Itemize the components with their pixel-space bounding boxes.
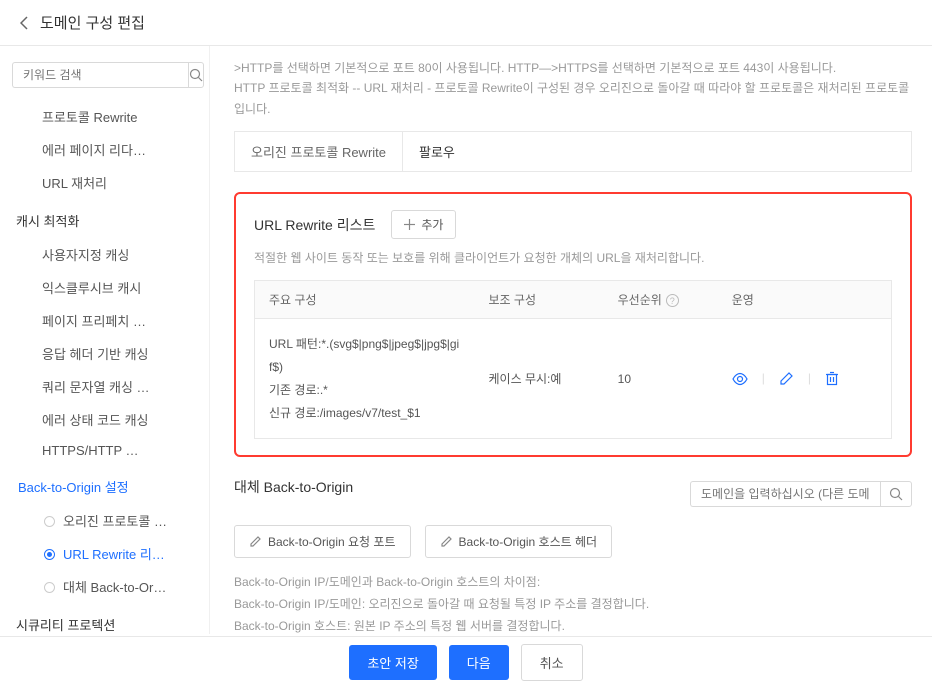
aux-cell: 케이스 무시:예 <box>475 319 604 439</box>
sidebar-search <box>12 62 197 88</box>
sidebar-item[interactable]: 에러 상태 코드 캐싱 <box>0 403 197 436</box>
note-line: Back-to-Origin IP/도메인과 Back-to-Origin 호스… <box>234 572 912 594</box>
back-icon[interactable] <box>20 16 28 30</box>
sidebar-item-label: 대체 Back-to-Or… <box>63 580 166 595</box>
col-main: 주요 구성 <box>255 281 475 319</box>
main-content: >HTTP를 선택하면 기본적으로 포트 80이 사용됩니다. HTTP—>HT… <box>210 46 932 634</box>
alt-origin-notes: Back-to-Origin IP/도메인과 Back-to-Origin 호스… <box>234 572 912 634</box>
sidebar-item[interactable]: 페이지 프리페치 … <box>0 304 197 337</box>
config-line: 신규 경로:/images/v7/test_$1 <box>269 402 461 425</box>
table-row: URL 패턴:*.(svg$|png$|jpeg$|jpg$|gif$) 기존 … <box>255 319 892 439</box>
col-aux: 보조 구성 <box>475 281 604 319</box>
next-button[interactable]: 다음 <box>449 645 509 680</box>
sidebar-group-title[interactable]: Back-to-Origin 설정 <box>0 469 197 504</box>
radio-icon <box>44 516 55 527</box>
search-input[interactable] <box>12 62 188 88</box>
origin-protocol-label: 오리진 프로토콜 Rewrite <box>235 132 403 171</box>
edit-icon <box>249 535 262 548</box>
footer-actions: 초안 저장 다음 취소 <box>0 636 932 688</box>
section-description: 적절한 웹 사이트 동작 또는 보호를 위해 클라이언트가 요청한 개체의 UR… <box>254 249 892 266</box>
sidebar-item-label: URL Rewrite 리… <box>63 547 165 562</box>
page-title: 도메인 구성 편집 <box>40 12 145 33</box>
sidebar-item-current[interactable]: URL Rewrite 리… <box>12 537 197 570</box>
edit-icon[interactable] <box>779 371 794 387</box>
origin-protocol-row: 오리진 프로토콜 Rewrite 팔로우 <box>234 131 912 172</box>
sidebar-item[interactable]: 에러 페이지 리다… <box>0 133 197 166</box>
priority-cell: 10 <box>604 319 718 439</box>
sidebar-item[interactable]: 대체 Back-to-Or… <box>12 570 197 603</box>
host-button[interactable]: Back-to-Origin 호스트 헤더 <box>425 525 613 558</box>
search-button[interactable] <box>188 62 204 88</box>
add-rewrite-button[interactable]: 추가 <box>391 210 456 239</box>
alt-origin-title: 대체 Back-to-Origin <box>234 477 353 497</box>
sidebar-item[interactable]: 오리진 프로토콜 … <box>12 504 197 537</box>
domain-search-button[interactable] <box>880 481 912 507</box>
sidebar-item[interactable]: 응답 헤더 기반 캐싱 <box>0 337 197 370</box>
sidebar-group-title[interactable]: 캐시 최적화 <box>12 203 197 238</box>
rewrite-table: 주요 구성 보조 구성 우선순위? 운영 URL 패턴:*.(svg$|png$… <box>254 280 892 439</box>
search-icon <box>889 487 903 501</box>
domain-input[interactable] <box>690 481 880 507</box>
sidebar-item[interactable]: 프로토콜 Rewrite <box>0 100 197 133</box>
config-line: URL 패턴:*.(svg$|png$|jpeg$|jpg$|gif$) <box>269 333 461 379</box>
section-title: URL Rewrite 리스트 <box>254 215 375 235</box>
row-ops: | | <box>732 371 877 387</box>
divider: | <box>808 371 811 387</box>
note-line: Back-to-Origin 호스트: 원본 IP 주소의 특정 웹 서버를 결… <box>234 616 912 634</box>
sidebar-item-label: 오리진 프로토콜 … <box>63 514 167 529</box>
sidebar-item[interactable]: URL 재처리 <box>0 166 197 199</box>
page-header: 도메인 구성 편집 <box>0 0 932 46</box>
view-icon[interactable] <box>732 371 748 387</box>
info-line: HTTP 프로토콜 최적화 -- URL 재처리 - 프로토콜 Rewrite이… <box>234 78 912 119</box>
sidebar-item[interactable]: 쿼리 문자열 캐싱 … <box>0 370 197 403</box>
url-rewrite-section: URL Rewrite 리스트 추가 적절한 웹 사이트 동작 또는 보호를 위… <box>234 192 912 457</box>
sidebar-item[interactable]: HTTPS/HTTP … <box>0 436 197 465</box>
divider: | <box>762 371 765 387</box>
button-label: Back-to-Origin 요청 포트 <box>268 533 396 550</box>
radio-icon <box>44 582 55 593</box>
port-button[interactable]: Back-to-Origin 요청 포트 <box>234 525 411 558</box>
col-ops: 운영 <box>718 281 892 319</box>
save-draft-button[interactable]: 초안 저장 <box>349 645 436 680</box>
cancel-button[interactable]: 취소 <box>521 644 583 681</box>
sidebar: 프로토콜 Rewrite 에러 페이지 리다… URL 재처리 캐시 최적화 사… <box>0 46 210 634</box>
add-button-label: 추가 <box>421 216 443 233</box>
alt-origin-buttons: Back-to-Origin 요청 포트 Back-to-Origin 호스트 … <box>234 525 912 558</box>
edit-icon <box>440 535 453 548</box>
config-line: 기존 경로:.* <box>269 379 461 402</box>
plus-icon <box>404 219 415 230</box>
button-label: Back-to-Origin 호스트 헤더 <box>459 533 598 550</box>
col-priority: 우선순위? <box>604 281 718 319</box>
help-icon[interactable]: ? <box>666 294 679 307</box>
search-icon <box>189 68 203 82</box>
radio-icon <box>44 549 55 560</box>
protocol-info: >HTTP를 선택하면 기본적으로 포트 80이 사용됩니다. HTTP—>HT… <box>234 58 912 119</box>
domain-search <box>690 481 912 507</box>
delete-icon[interactable] <box>825 371 839 387</box>
sidebar-item[interactable]: 사용자지정 캐싱 <box>0 238 197 271</box>
origin-protocol-value: 팔로우 <box>403 132 471 171</box>
sidebar-item[interactable]: 익스클루시브 캐시 <box>0 271 197 304</box>
sidebar-group-title[interactable]: 시큐리티 프로텍션 <box>12 607 197 634</box>
info-line: >HTTP를 선택하면 기본적으로 포트 80이 사용됩니다. HTTP—>HT… <box>234 58 912 78</box>
note-line: Back-to-Origin IP/도메인: 오리진으로 돌아갈 때 요청될 특… <box>234 594 912 616</box>
